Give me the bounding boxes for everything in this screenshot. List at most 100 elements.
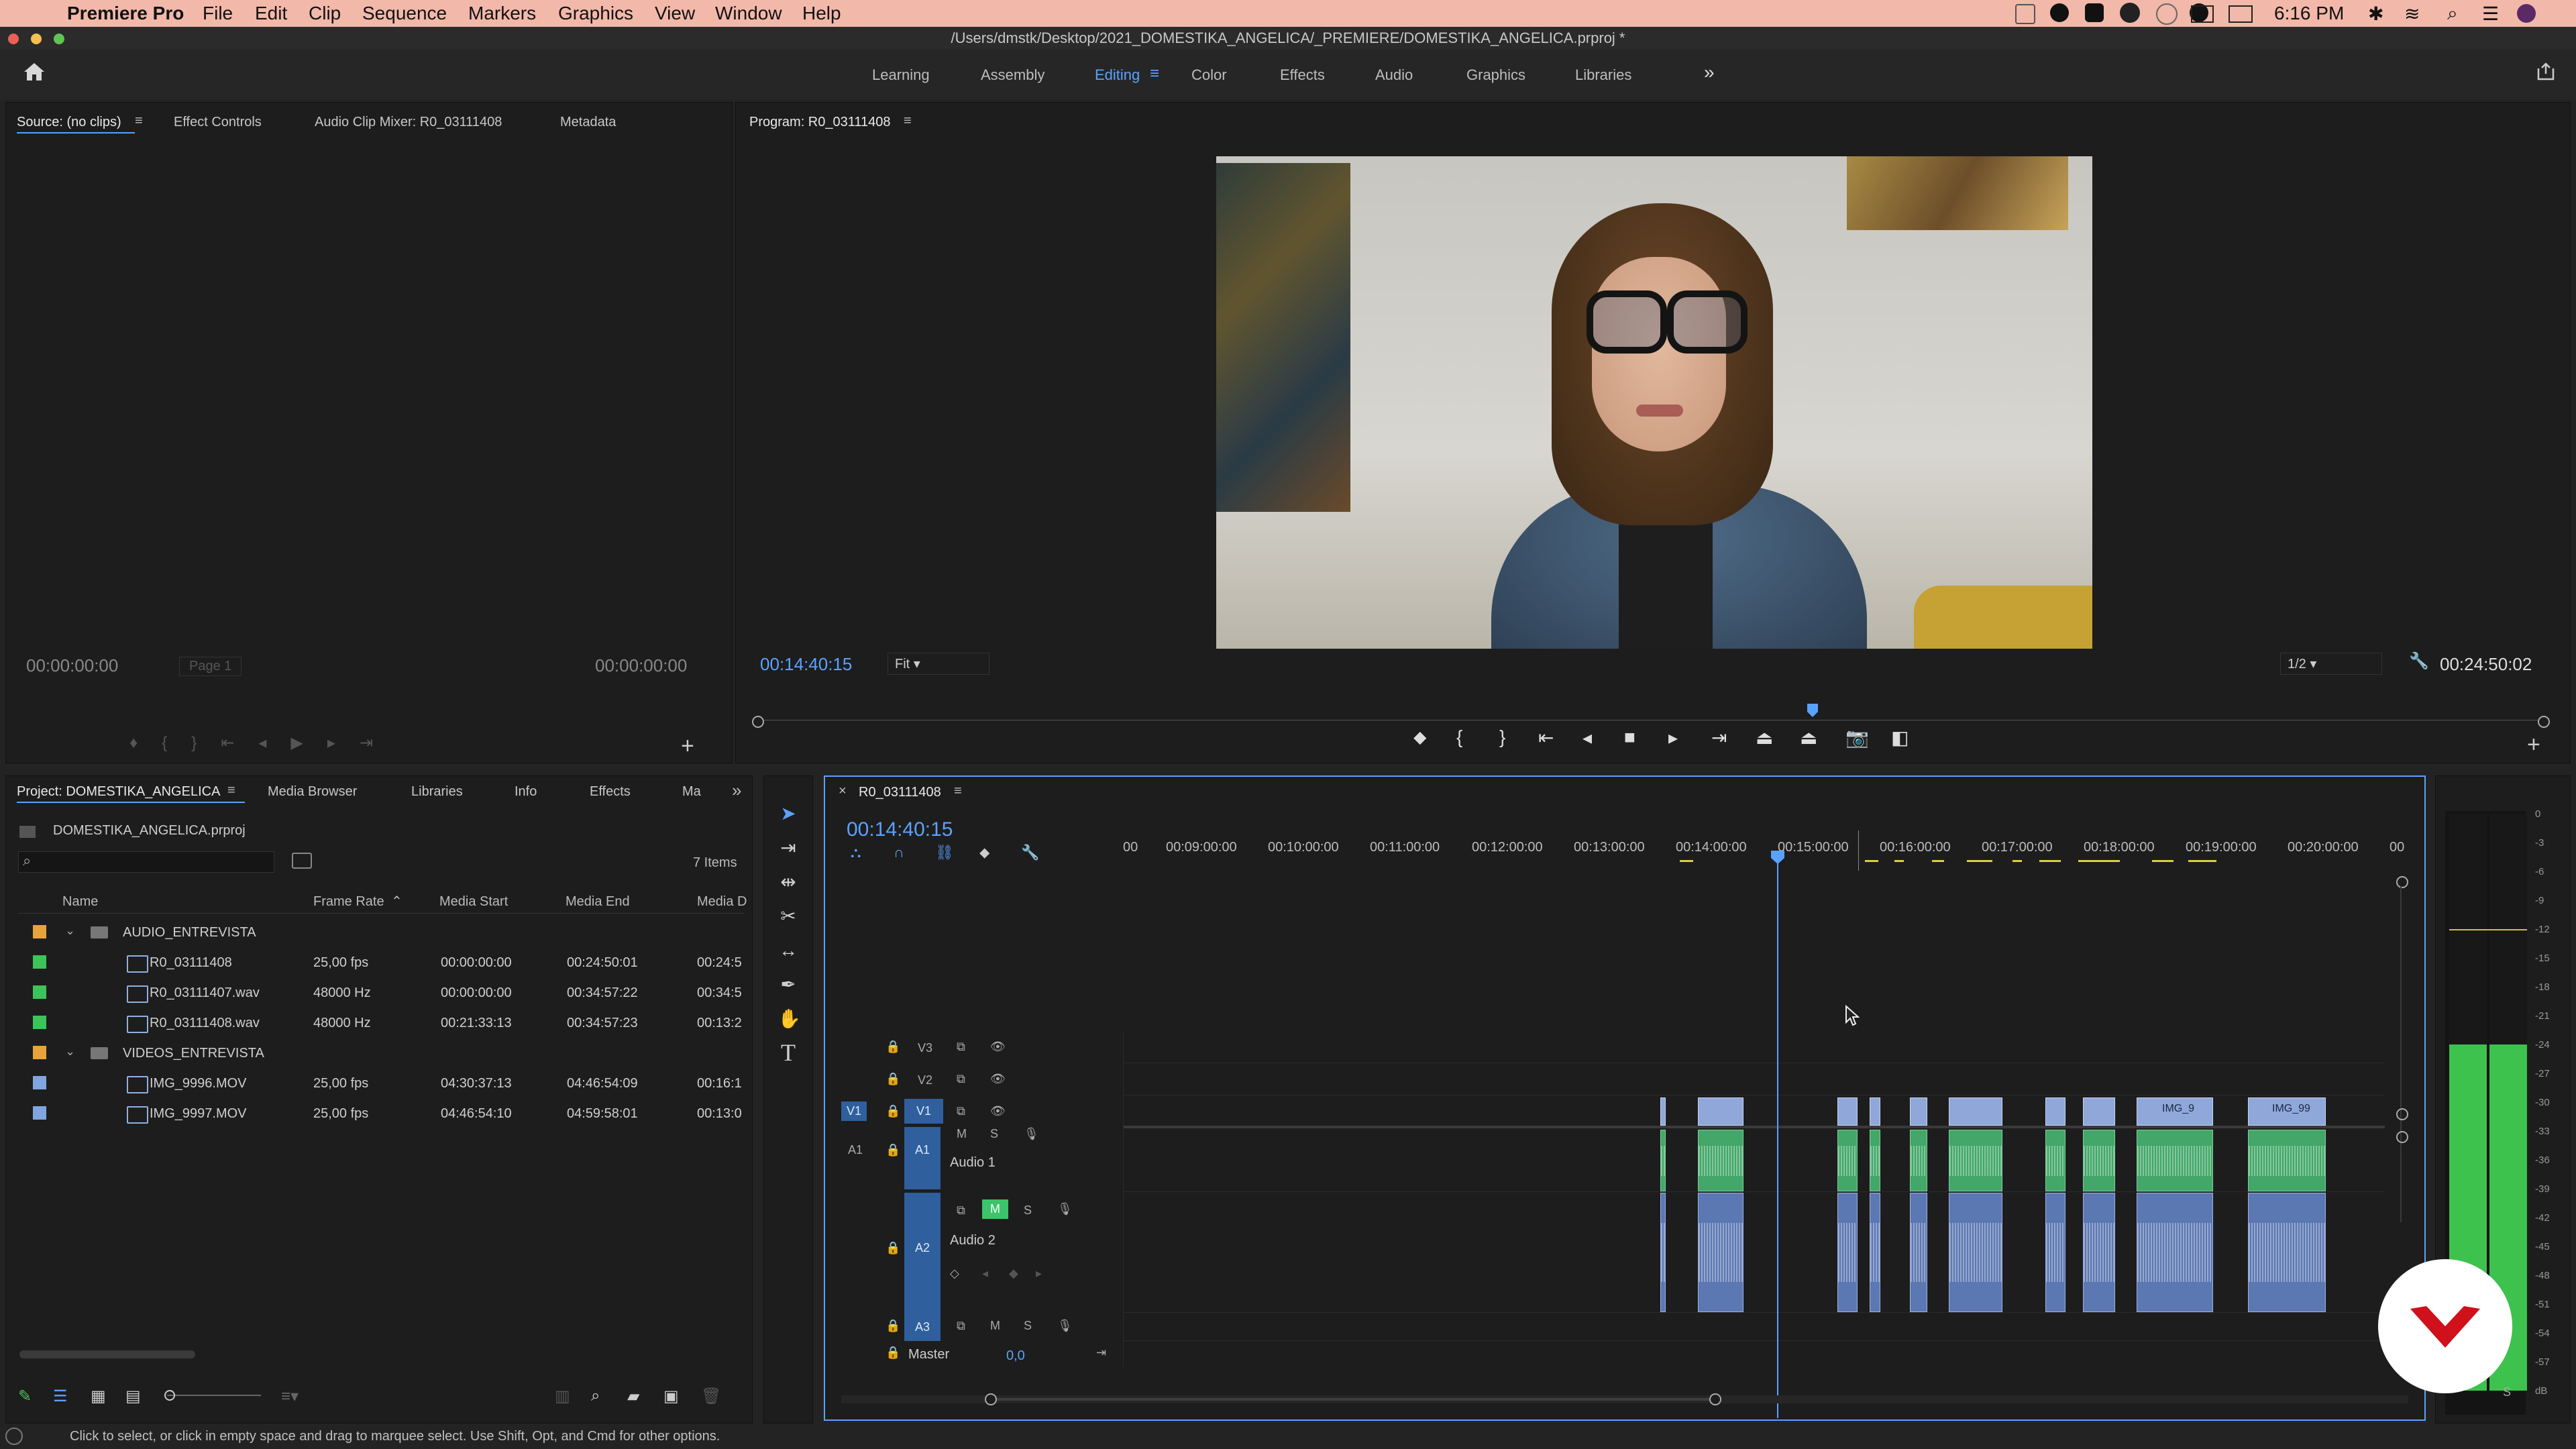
video-scroll-top-handle[interactable] [2396, 876, 2408, 888]
program-scrubber[interactable] [752, 704, 2550, 728]
audio-clip-a1[interactable] [1949, 1130, 2002, 1191]
video-clip[interactable] [1910, 1097, 1927, 1126]
slip-tool-icon[interactable]: ↔ [777, 933, 799, 967]
audio-clip-a2[interactable] [1837, 1193, 1858, 1312]
panel-menu-icon[interactable]: ≡ [135, 113, 143, 129]
nest-insert-icon[interactable]: ⛬ [851, 844, 861, 861]
comparison-view-icon[interactable]: ◧ [1891, 727, 1909, 749]
screen-icon[interactable] [2191, 5, 2214, 23]
tab-libraries[interactable]: Libraries [411, 784, 463, 800]
project-item-row[interactable]: R0_03111407.wav 48000 Hz 00:00:00:00 00:34:… [18, 977, 744, 1008]
video-clip[interactable] [1870, 1097, 1880, 1126]
program-current-timecode[interactable]: 00:14:40:15 [760, 654, 852, 675]
source-patch-v1[interactable]: V1 [841, 1102, 867, 1121]
list-view-icon[interactable]: ☰ [53, 1387, 68, 1406]
menu-edit[interactable]: Edit [255, 3, 287, 24]
workspace-tab-libraries[interactable]: Libraries [1575, 66, 1631, 84]
clear-icon[interactable]: 🗑 [701, 1387, 721, 1406]
tab-metadata[interactable]: Metadata [560, 115, 616, 130]
go-to-in-icon[interactable]: ⇤ [1538, 727, 1554, 749]
tab-info[interactable]: Info [515, 784, 537, 800]
sequence-menu-icon[interactable]: ≡ [954, 784, 962, 799]
timeline-playhead-line[interactable] [1777, 856, 1778, 1418]
track-select-tool-icon[interactable]: ⇥ [777, 830, 799, 865]
tab-project[interactable]: Project: DOMESTIKA_ANGELICA [17, 784, 220, 800]
label-color-swatch[interactable] [33, 1016, 46, 1029]
control-center-icon[interactable]: ☰ [2482, 3, 2499, 25]
sync-lock-icon[interactable]: ⧉ [957, 1072, 965, 1086]
timeline-timecode[interactable]: 00:14:40:15 [847, 818, 953, 841]
eye-icon[interactable]: 👁 [990, 1104, 1006, 1118]
tab-markers[interactable]: Ma [682, 784, 701, 800]
source-timecode-right[interactable]: 00:00:00:00 [595, 655, 687, 676]
workspace-tab-color[interactable]: Color [1191, 66, 1227, 84]
tab-media-browser[interactable]: Media Browser [268, 784, 357, 800]
add-keyframe-icon[interactable]: ◆ [1009, 1267, 1018, 1281]
new-bin-icon[interactable]: ▰ [627, 1387, 639, 1406]
skype-icon[interactable] [2085, 3, 2104, 22]
timeline-ruler[interactable]: 00 00:09:00:00 00:10:00:00 00:11:00:00 00:12… [1123, 830, 2404, 860]
workspace-tab-editing[interactable]: Editing [1095, 66, 1140, 84]
mark-in-icon[interactable]: { [1456, 727, 1462, 748]
export-frame-icon[interactable]: 📷 [1845, 727, 1869, 749]
sync-lock-icon[interactable]: ⧉ [957, 1104, 965, 1118]
track-label-a2[interactable]: A2 [904, 1193, 941, 1317]
track-label-a3[interactable]: A3 [904, 1313, 941, 1341]
audio-clip-a2[interactable] [1949, 1193, 2002, 1312]
program-title[interactable]: Program: R0_03111408 [749, 115, 891, 130]
sort-ascending-icon[interactable]: ⌃ [391, 893, 402, 910]
track-label-a1[interactable]: A1 [904, 1127, 941, 1189]
workspace-tab-learning[interactable]: Learning [872, 66, 930, 84]
project-search-input[interactable]: ⌕ [18, 851, 274, 873]
next-keyframe-icon[interactable]: ▸ [1036, 1267, 1042, 1281]
column-media-end[interactable]: Media End [566, 894, 630, 910]
keyframe-icon[interactable]: ◇ [950, 1267, 959, 1281]
close-sequence-icon[interactable]: × [839, 784, 847, 799]
mute-button-active[interactable]: M [982, 1199, 1008, 1219]
add-marker-icon[interactable]: ⬥ [1413, 727, 1427, 749]
column-media-duration[interactable]: Media D [697, 894, 747, 910]
pen-tool-icon[interactable]: ✒ [777, 967, 799, 1002]
go-to-out-icon[interactable]: ⇥ [1711, 727, 1727, 749]
program-resolution-select[interactable]: 1/2 ▾ [2280, 653, 2382, 675]
disclosure-triangle-icon[interactable]: ⌄ [65, 1044, 75, 1059]
wifi-icon[interactable]: ≋ [2404, 3, 2420, 25]
step-back-icon[interactable]: ◂ [1582, 727, 1592, 749]
sequence-tab[interactable]: R0_03111408 [859, 785, 941, 800]
project-folder-row[interactable]: ⌄ VIDEOS_ENTREVISTA [18, 1038, 744, 1068]
freeform-view-icon[interactable]: ▤ [125, 1387, 141, 1406]
prev-keyframe-icon[interactable]: ◂ [982, 1267, 988, 1281]
automate-to-sequence-icon[interactable]: ▥ [555, 1387, 570, 1406]
source-add-button-icon[interactable]: + [681, 733, 694, 759]
tab-effect-controls[interactable]: Effect Controls [174, 115, 262, 130]
column-media-start[interactable]: Media Start [439, 894, 508, 910]
audio-clip-a1[interactable] [1837, 1130, 1858, 1191]
zoom-window-icon[interactable] [54, 34, 64, 44]
creative-cloud-icon[interactable] [2050, 3, 2069, 22]
snap-magnet-icon[interactable]: ∩ [894, 844, 904, 861]
razor-tool-icon[interactable]: ✂ [777, 899, 799, 933]
microphone-icon[interactable]: 🎙 [1057, 1319, 1073, 1333]
new-search-bin-icon[interactable] [292, 853, 312, 869]
track-label-v3[interactable]: V3 [918, 1041, 932, 1055]
lock-icon[interactable]: 🔒 [885, 1104, 900, 1118]
label-color-swatch[interactable] [33, 955, 46, 969]
hand-tool-icon[interactable]: ✋ [777, 1002, 801, 1036]
scrubber-end-handle[interactable] [2538, 716, 2550, 728]
program-video-frame[interactable] [1216, 156, 2092, 649]
workspace-menu-icon[interactable]: ≡ [1150, 64, 1159, 83]
linked-selection-icon[interactable]: ⛓ [935, 844, 954, 861]
menu-clip[interactable]: Clip [309, 3, 341, 24]
stop-icon[interactable]: ■ [1624, 727, 1635, 748]
menu-clock[interactable]: 6:16 PM [2274, 3, 2344, 24]
sort-icons-icon[interactable]: ≡▾ [281, 1387, 299, 1406]
tab-audio-clip-mixer[interactable]: Audio Clip Mixer: R0_03111408 [315, 115, 502, 130]
workspace-tab-audio[interactable]: Audio [1375, 66, 1413, 84]
project-item-row[interactable]: IMG_9996.MOV 25,00 fps 04:30:37:13 04:46:54… [18, 1068, 744, 1098]
spotlight-search-icon[interactable]: ⌕ [2447, 3, 2458, 25]
sync-lock-icon[interactable]: ⧉ [957, 1203, 965, 1218]
settings-wrench-icon[interactable]: 🔧 [2409, 651, 2429, 671]
extract-icon[interactable]: ⏏ [1800, 727, 1817, 749]
lock-icon[interactable]: 🔒 [885, 1040, 900, 1054]
track-label-v2[interactable]: V2 [918, 1073, 932, 1087]
